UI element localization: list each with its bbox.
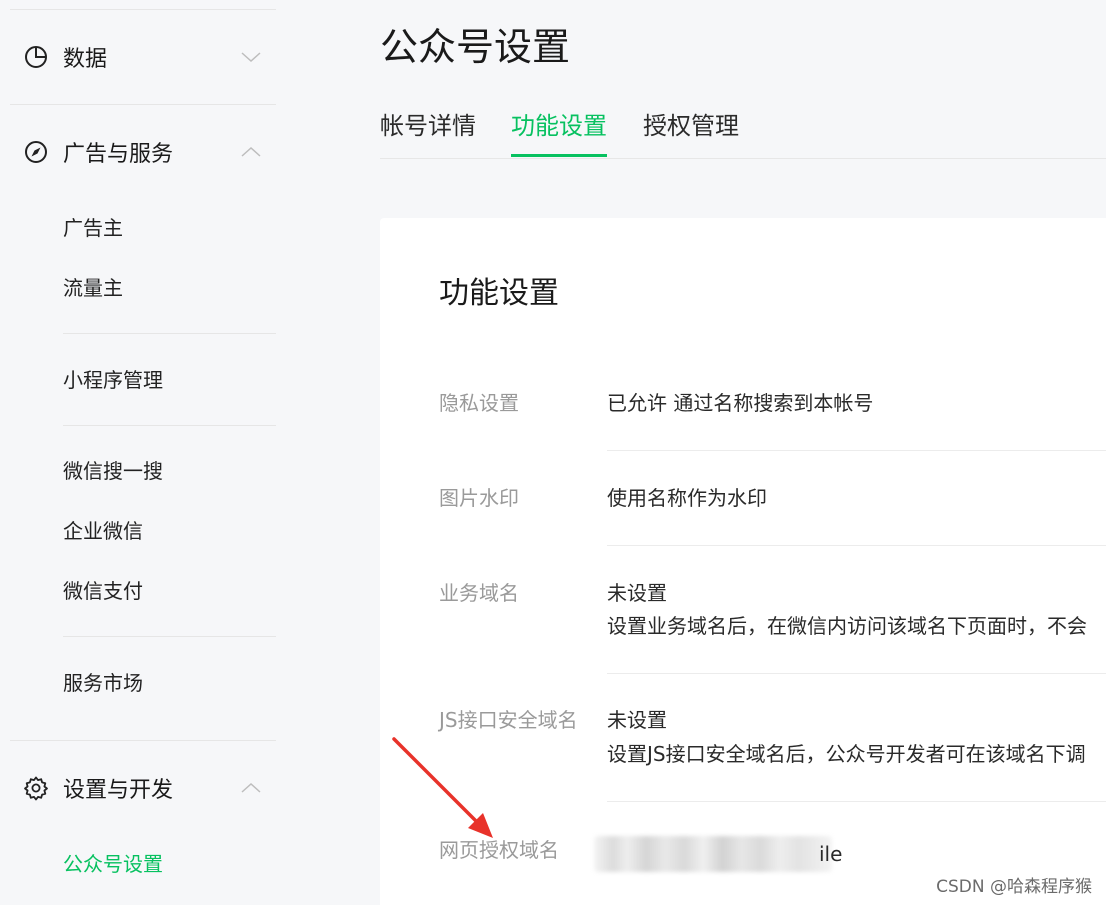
row-divider	[607, 450, 1106, 451]
row-label-js-domain: JS接口安全域名	[439, 708, 578, 732]
sidebar-item-service-market[interactable]: 服务市场	[63, 669, 143, 697]
sidebar-divider	[63, 333, 276, 334]
tab-feature-settings[interactable]: 功能设置	[511, 108, 607, 157]
sidebar-item-wechat-pay[interactable]: 微信支付	[63, 577, 143, 605]
oauth-domain-value: ile	[594, 836, 842, 872]
redacted-mosaic	[594, 836, 832, 872]
row-value-business-domain: 未设置	[607, 581, 667, 605]
sidebar-group-settings-dev[interactable]: 设置与开发	[10, 763, 276, 813]
feature-settings-card: 功能设置 隐私设置 已允许 通过名称搜索到本帐号 图片水印 使用名称作为水印 业…	[380, 218, 1106, 905]
chevron-down-icon	[241, 52, 261, 63]
sidebar-group-label: 广告与服务	[63, 142, 174, 167]
sidebar-divider	[63, 636, 276, 637]
page-title: 公众号设置	[380, 25, 571, 69]
row-value-js-domain: 未设置	[607, 708, 667, 732]
row-label-privacy: 隐私设置	[439, 391, 519, 415]
sidebar-item-advertiser[interactable]: 广告主	[63, 214, 123, 242]
row-label-business-domain: 业务域名	[439, 581, 519, 605]
gear-icon	[24, 776, 48, 801]
row-divider	[607, 545, 1106, 546]
row-value-oauth-domain-suffix: ile	[819, 842, 843, 866]
sidebar-item-wechat-search[interactable]: 微信搜一搜	[63, 457, 163, 485]
sidebar-group-label: 数据	[63, 47, 108, 72]
row-label-oauth-domain: 网页授权域名	[439, 838, 559, 862]
sidebar-divider	[10, 104, 276, 105]
sidebar-item-oa-settings[interactable]: 公众号设置	[63, 850, 163, 878]
sidebar-item-publisher[interactable]: 流量主	[63, 274, 123, 302]
row-desc-js-domain: 设置JS接口安全域名后，公众号开发者可在该域名下调	[607, 742, 1086, 766]
sidebar-divider	[10, 740, 276, 741]
row-divider	[607, 801, 1106, 802]
tab-bar: 帐号详情 功能设置 授权管理	[380, 108, 1106, 159]
sidebar-item-mini-program[interactable]: 小程序管理	[63, 366, 163, 394]
tab-authorization[interactable]: 授权管理	[643, 108, 739, 144]
row-label-watermark: 图片水印	[439, 486, 519, 510]
sidebar-divider	[63, 425, 276, 426]
sidebar: 数据 广告与服务 广告主 流量主 小程序管理 微信搜一搜 企业微信 微信支付 服…	[0, 0, 276, 905]
row-divider	[607, 673, 1106, 674]
sidebar-group-data[interactable]: 数据	[10, 32, 276, 82]
row-value-privacy: 已允许 通过名称搜索到本帐号	[607, 391, 874, 415]
tab-account-details[interactable]: 帐号详情	[380, 108, 476, 144]
chevron-up-icon	[241, 146, 261, 157]
pie-chart-icon	[25, 46, 47, 68]
card-title: 功能设置	[439, 276, 559, 311]
sidebar-divider	[10, 9, 276, 10]
compass-icon	[25, 141, 47, 163]
sidebar-group-ads-services[interactable]: 广告与服务	[10, 127, 276, 177]
sidebar-item-wecom[interactable]: 企业微信	[63, 517, 143, 545]
watermark: CSDN @哈森程序猴	[936, 877, 1092, 897]
row-desc-business-domain: 设置业务域名后，在微信内访问该域名下页面时，不会	[607, 614, 1087, 638]
row-value-watermark: 使用名称作为水印	[607, 486, 767, 510]
sidebar-group-label: 设置与开发	[63, 778, 174, 803]
chevron-up-icon	[241, 782, 261, 793]
